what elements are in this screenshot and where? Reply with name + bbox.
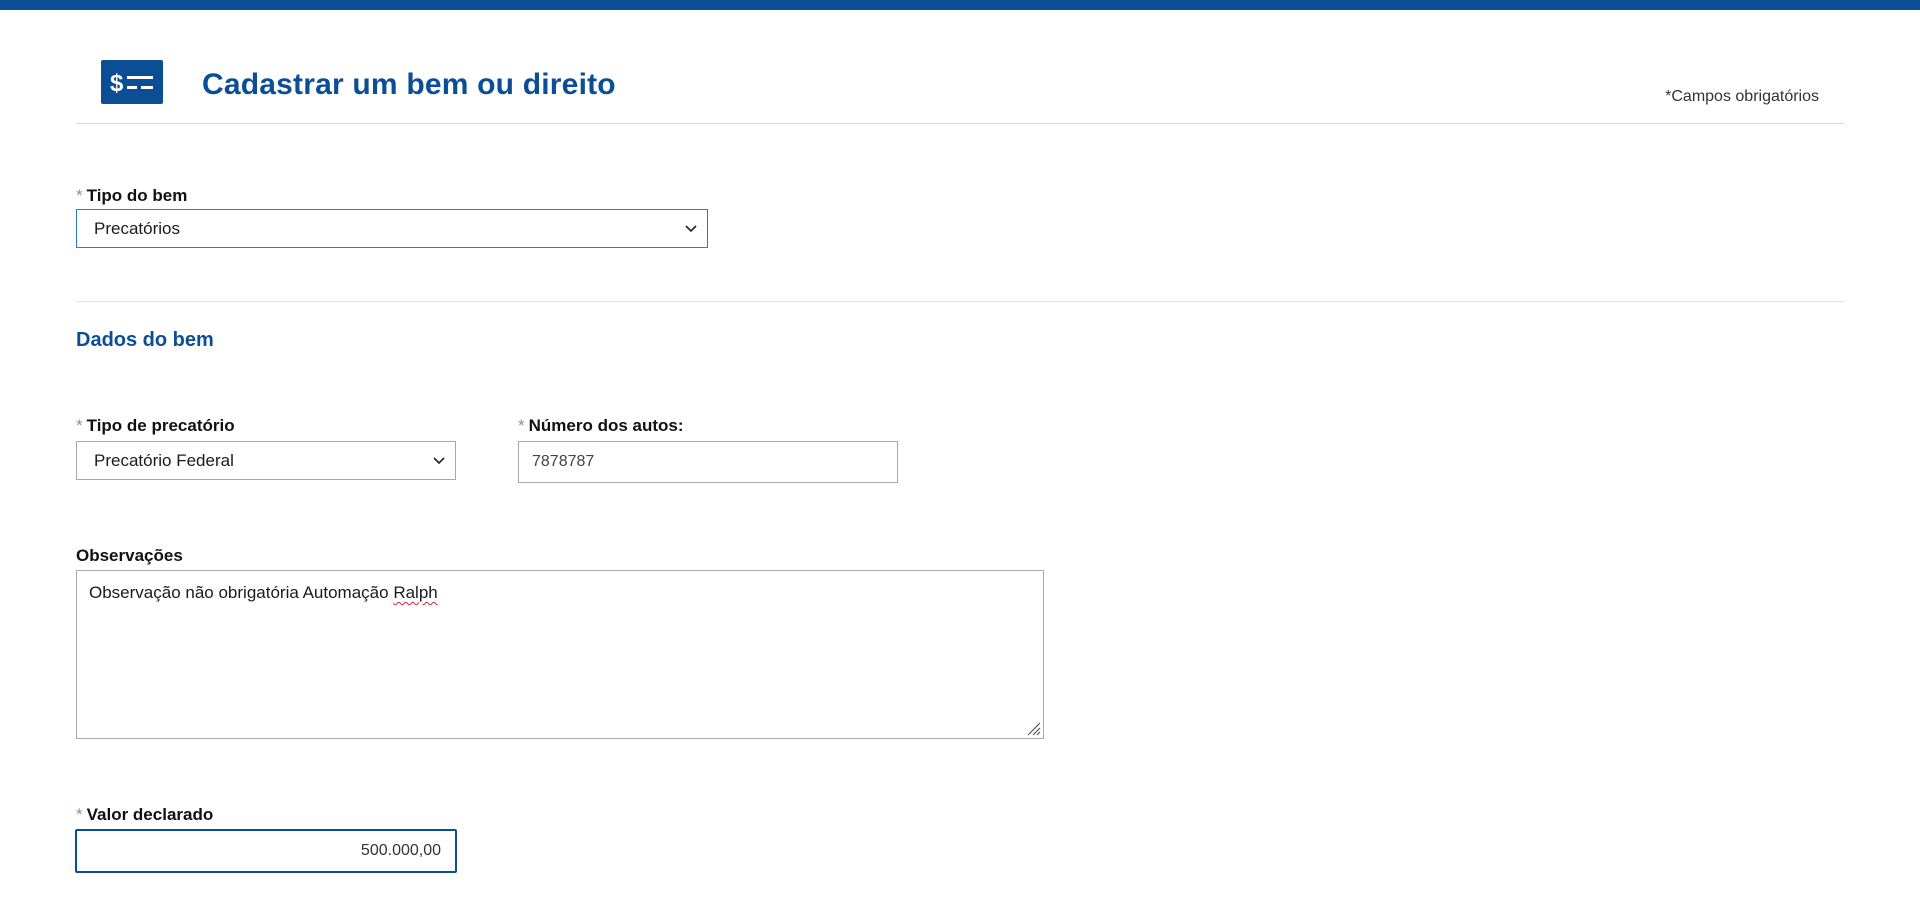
observacoes-label: Observações (76, 546, 183, 565)
numero-autos-input[interactable]: 7878787 (518, 441, 898, 483)
required-marker: * (76, 805, 83, 824)
observacoes-text: Observação não obrigatória Automação (89, 583, 394, 602)
page-header: $ Cadastrar um bem ou direito *Campos ob… (76, 60, 1845, 124)
tipo-bem-label: * Tipo do bem (76, 186, 188, 205)
dollar-bill-icon: $ (101, 60, 163, 104)
tipo-precatorio-value: Precatório Federal (94, 450, 234, 470)
observacoes-textarea[interactable]: Observação não obrigatória Automação Ral… (76, 570, 1044, 739)
tipo-bem-value: Precatórios (94, 218, 180, 238)
observacoes-spellcheck-word: Ralph (393, 583, 438, 602)
chevron-down-icon (433, 456, 445, 464)
required-marker: * (76, 186, 83, 205)
tipo-precatorio-label: * Tipo de precatório (76, 416, 235, 435)
required-marker: * (76, 416, 83, 435)
tipo-precatorio-select[interactable]: Precatório Federal (76, 441, 456, 480)
required-marker: * (518, 416, 525, 435)
valor-declarado-label: * Valor declarado (76, 805, 214, 824)
numero-autos-value: 7878787 (532, 453, 595, 470)
page-title: Cadastrar um bem ou direito (202, 68, 616, 101)
tipo-bem-select[interactable]: Precatórios (76, 209, 708, 248)
chevron-down-icon (685, 224, 697, 232)
valor-declarado-value: 500.000,00 (360, 842, 441, 859)
numero-autos-label: * Número dos autos: (518, 416, 684, 435)
section-title: Dados do bem (76, 329, 214, 351)
valor-declarado-input[interactable]: 500.000,00 (75, 829, 457, 873)
top-accent-bar (0, 0, 1920, 10)
required-fields-note: *Campos obrigatórios (1665, 88, 1819, 105)
resize-handle-icon[interactable] (1025, 720, 1041, 736)
section-divider (76, 301, 1845, 302)
svg-text:$: $ (110, 70, 124, 97)
